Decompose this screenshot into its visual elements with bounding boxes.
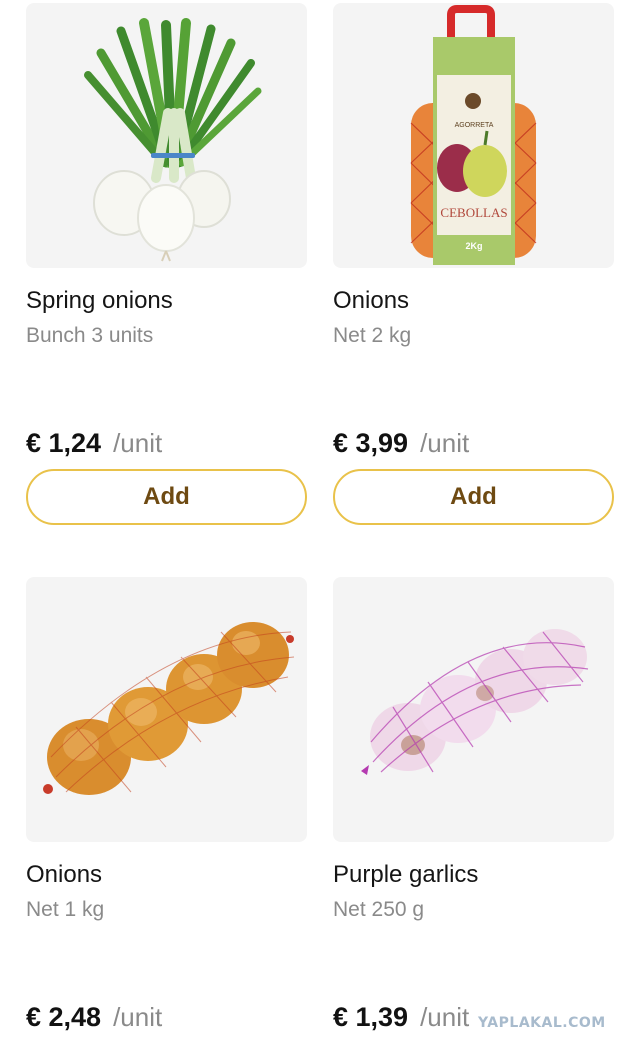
product-detail: Net 250 g bbox=[333, 898, 425, 921]
price-unit: /unit bbox=[113, 428, 163, 458]
onion-net-image[interactable] bbox=[26, 577, 307, 842]
price-unit: /unit bbox=[420, 428, 470, 458]
product-detail: Net 1 kg bbox=[26, 898, 105, 921]
price-row: € 1,39/unit bbox=[333, 999, 469, 1040]
product-name: Onions bbox=[333, 287, 410, 314]
product-price: € 1,39 bbox=[333, 1002, 409, 1032]
product-card[interactable]: Spring onions Bunch 3 units € 1,24/unit … bbox=[26, 3, 307, 525]
product-price: € 3,99 bbox=[333, 428, 409, 458]
price-row: € 2,48/unit bbox=[26, 999, 162, 1040]
onion-bag-image[interactable]: AGORRETA CEBOLLAS 2Kg bbox=[333, 3, 614, 268]
package-label-text: CEBOLLAS bbox=[440, 205, 507, 220]
product-price: € 1,24 bbox=[26, 428, 102, 458]
product-name: Onions bbox=[26, 861, 103, 888]
price-row: € 3,99/unit bbox=[333, 425, 469, 466]
price-unit: /unit bbox=[113, 1002, 163, 1032]
product-detail: Bunch 3 units bbox=[26, 324, 154, 347]
product-detail: Net 2 kg bbox=[333, 324, 412, 347]
watermark: YAPLAKAL.COM bbox=[478, 1015, 606, 1031]
add-button[interactable]: Add bbox=[26, 469, 307, 525]
package-weight-text: 2Kg bbox=[465, 241, 482, 251]
price-unit: /unit bbox=[420, 1002, 470, 1032]
product-card[interactable]: Purple garlics Net 250 g € 1,39/unit bbox=[333, 577, 614, 1032]
package-brand-text: AGORRETA bbox=[455, 122, 494, 129]
product-card[interactable]: Onions Net 1 kg € 2,48/unit bbox=[26, 577, 307, 1032]
spring-onions-image[interactable] bbox=[26, 3, 307, 268]
product-name: Spring onions bbox=[26, 287, 173, 314]
garlic-net-image[interactable] bbox=[333, 577, 614, 842]
product-price: € 2,48 bbox=[26, 1002, 102, 1032]
product-name: Purple garlics bbox=[333, 861, 479, 888]
price-row: € 1,24/unit bbox=[26, 425, 162, 466]
product-card[interactable]: AGORRETA CEBOLLAS 2Kg Onions Net 2 kg € … bbox=[333, 3, 614, 525]
add-button[interactable]: Add bbox=[333, 469, 614, 525]
